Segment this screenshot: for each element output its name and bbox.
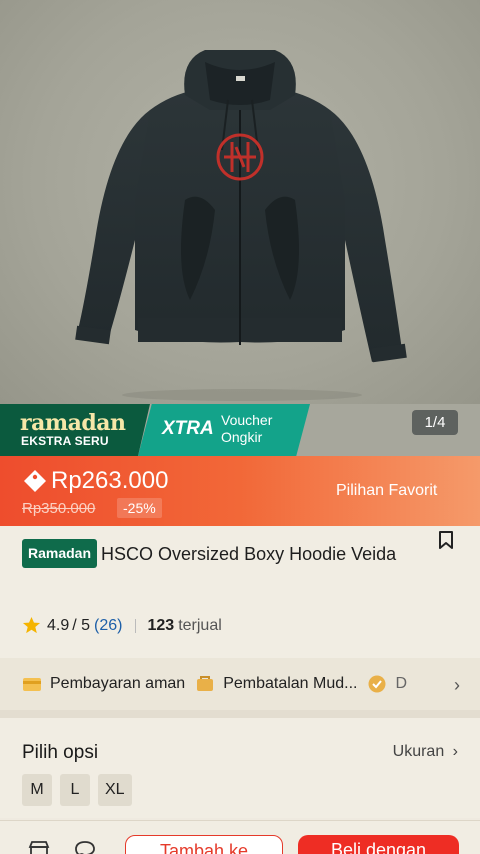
chat-icon[interactable] bbox=[74, 841, 96, 854]
hoodie-image bbox=[75, 50, 407, 401]
rating-value: 4.9 bbox=[47, 616, 70, 634]
options-title: Pilih opsi bbox=[22, 742, 99, 763]
guarantee-strip[interactable]: Pembayaran aman Pembatalan Mud... D › bbox=[0, 658, 480, 710]
current-price-value: Rp263.000 bbox=[51, 467, 169, 494]
size-label: Ukuran bbox=[392, 743, 445, 760]
chevron-right-icon: › bbox=[452, 743, 458, 760]
product-title-text: HSCO Oversized Boxy Hoodie Veida bbox=[101, 544, 397, 564]
rating-row[interactable]: 4.9 / 5 (26) 123 terjual bbox=[22, 616, 222, 635]
sold-label: terjual bbox=[178, 616, 222, 634]
ramadan-subtitle: EKSTRA SERU bbox=[21, 434, 109, 448]
buy-now-button[interactable]: Beli dengan bbox=[298, 835, 459, 854]
rating-count[interactable]: (26) bbox=[94, 617, 122, 635]
original-price: Rp350.000 bbox=[22, 500, 96, 517]
section-divider bbox=[0, 710, 480, 718]
size-selector[interactable]: Ukuran › bbox=[393, 743, 458, 761]
price-tag-icon bbox=[24, 470, 46, 492]
size-chip-xl[interactable]: XL bbox=[98, 774, 132, 806]
star-icon bbox=[22, 616, 41, 634]
current-price: Rp263.000 bbox=[21, 467, 168, 495]
xtra-label: XTRA bbox=[162, 418, 214, 439]
options-section[interactable]: Pilih opsi Ukuran › M L XL bbox=[0, 718, 480, 818]
divider bbox=[134, 618, 136, 633]
product-title: Ramadan HSCO Oversized Boxy Hoodie Veida bbox=[22, 539, 417, 568]
bookmark-icon[interactable] bbox=[437, 530, 455, 550]
add-to-cart-button[interactable]: Tambah ke bbox=[125, 835, 283, 854]
product-info: Ramadan HSCO Oversized Boxy Hoodie Veida … bbox=[0, 526, 480, 658]
ramadan-badge: Ramadan bbox=[22, 539, 98, 568]
sold-count: 123 bbox=[147, 616, 175, 634]
bottom-action-bar: Tambah ke Beli dengan bbox=[0, 820, 480, 854]
product-image[interactable] bbox=[0, 0, 480, 404]
pilihan-favorit-label: Pilihan Favorit bbox=[336, 482, 438, 499]
size-chip-l[interactable]: L bbox=[60, 774, 90, 806]
size-chips: M L XL bbox=[22, 774, 132, 806]
guarantee-cancel: Pembatalan Mud... bbox=[223, 675, 358, 692]
xtra-voucher-text: Voucher Ongkir bbox=[221, 412, 273, 445]
chevron-right-icon: › bbox=[454, 675, 460, 695]
guarantee-more: D bbox=[395, 675, 408, 692]
payment-icon bbox=[23, 678, 41, 691]
cancel-icon bbox=[197, 676, 214, 691]
shield-check-icon bbox=[368, 675, 386, 693]
image-counter: 1/4 bbox=[412, 410, 458, 435]
guarantee-payment: Pembayaran aman bbox=[50, 675, 186, 692]
ramadan-title: ramadan bbox=[20, 410, 126, 436]
size-chip-m[interactable]: M bbox=[22, 774, 52, 806]
promo-banner[interactable]: ramadan EKSTRA SERU XTRA Voucher Ongkir bbox=[0, 404, 480, 456]
discount-badge: -25% bbox=[117, 498, 162, 518]
store-icon[interactable] bbox=[28, 841, 50, 854]
rating-max: / 5 bbox=[72, 616, 91, 634]
price-banner: Rp263.000 Rp350.000 -25% Pilihan Favorit bbox=[0, 456, 480, 526]
